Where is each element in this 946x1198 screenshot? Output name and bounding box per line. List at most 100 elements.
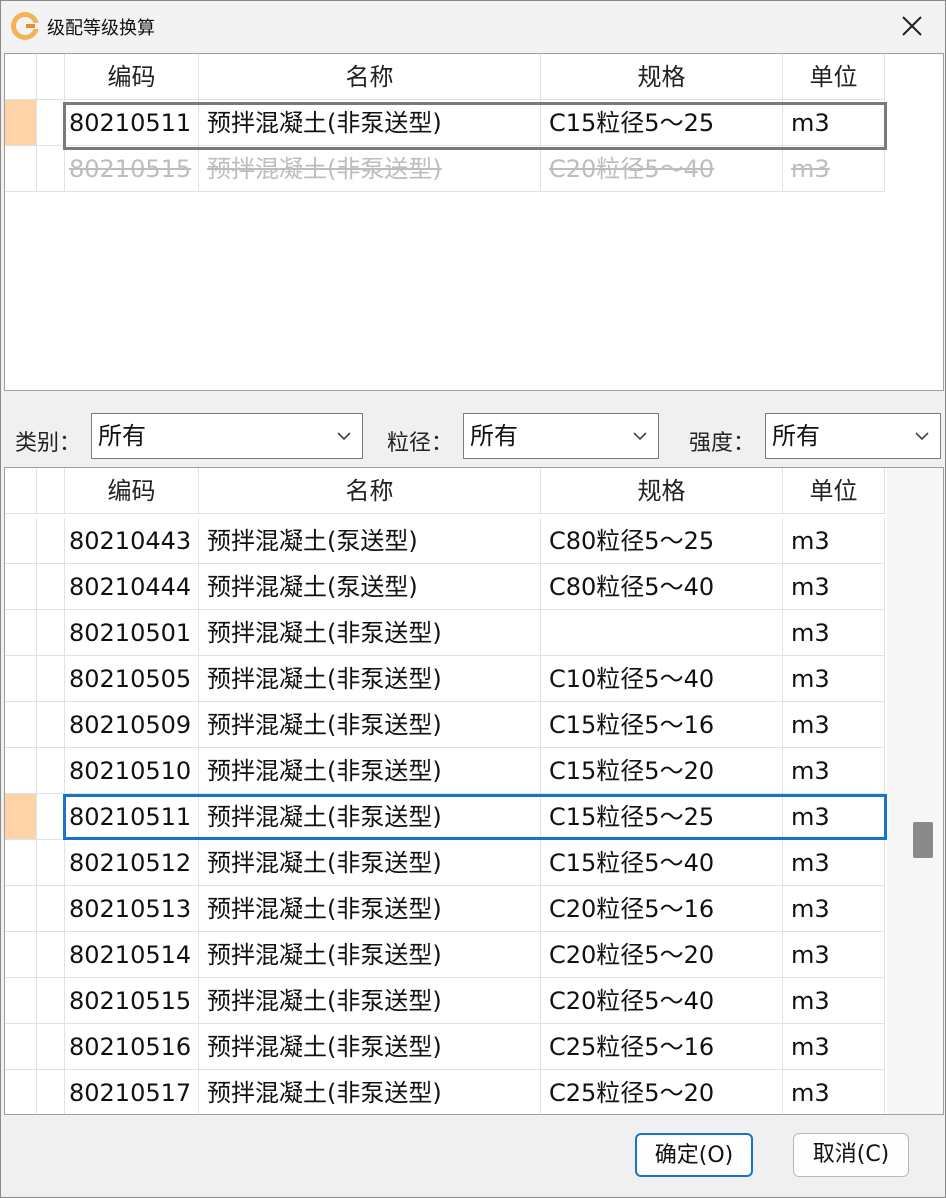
- cell-spec[interactable]: C15粒径5～20: [541, 748, 783, 794]
- cell-code[interactable]: 80210510: [65, 748, 199, 794]
- cell-unit[interactable]: m3: [783, 748, 885, 794]
- chevron-down-icon: [337, 432, 351, 441]
- cell-spec[interactable]: C25粒径5～20: [541, 1070, 783, 1114]
- table-row[interactable]: 80210513 预拌混凝土(非泵送型) C20粒径5～16 m3: [5, 886, 885, 932]
- cell-name[interactable]: 预拌混凝土(非泵送型): [199, 794, 541, 840]
- cell-name[interactable]: 预拌混凝土(泵送型): [199, 518, 541, 564]
- cell-spec[interactable]: C15粒径5～25: [541, 794, 783, 840]
- category-select[interactable]: 所有: [91, 413, 363, 459]
- cell-name[interactable]: 预拌混凝土(非泵送型): [199, 610, 541, 656]
- title-bar: 级配等级换算: [1, 1, 945, 51]
- cell-name[interactable]: 预拌混凝土(非泵送型): [199, 886, 541, 932]
- cell-spec[interactable]: C15粒径5～40: [541, 840, 783, 886]
- cell-unit[interactable]: m3: [783, 1024, 885, 1070]
- chevron-down-icon: [915, 432, 929, 441]
- catalog-grid[interactable]: 编码 名称 规格 单位 80210443 预拌混凝土(泵送型) C80粒径5～2…: [4, 467, 944, 1115]
- vertical-scrollbar[interactable]: [887, 468, 943, 1114]
- cell-unit[interactable]: m3: [783, 146, 885, 192]
- close-button[interactable]: [879, 1, 945, 51]
- cell-unit[interactable]: m3: [783, 1070, 885, 1114]
- table-row[interactable]: 80210501 预拌混凝土(非泵送型) m3: [5, 610, 885, 656]
- header-spec[interactable]: 规格: [541, 54, 783, 100]
- cell-spec[interactable]: C20粒径5～20: [541, 932, 783, 978]
- cell-name[interactable]: 预拌混凝土(非泵送型): [199, 146, 541, 192]
- cell-unit[interactable]: m3: [783, 610, 885, 656]
- cell-spec[interactable]: C20粒径5～40: [541, 146, 783, 192]
- cell-code[interactable]: 80210512: [65, 840, 199, 886]
- table-row[interactable]: 80210444 预拌混凝土(泵送型) C80粒径5～40 m3: [5, 564, 885, 610]
- cell-code[interactable]: 80210513: [65, 886, 199, 932]
- cell-unit[interactable]: m3: [783, 978, 885, 1024]
- cell-code[interactable]: 80210511: [65, 100, 199, 146]
- header-unit[interactable]: 单位: [783, 468, 885, 514]
- table-row[interactable]: 80210517 预拌混凝土(非泵送型) C25粒径5～20 m3: [5, 1070, 885, 1114]
- table-row[interactable]: 80210443 预拌混凝土(泵送型) C80粒径5～25 m3: [5, 518, 885, 564]
- table-row[interactable]: 80210509 预拌混凝土(非泵送型) C15粒径5～16 m3: [5, 702, 885, 748]
- cell-name[interactable]: 预拌混凝土(非泵送型): [199, 932, 541, 978]
- cell-unit[interactable]: m3: [783, 840, 885, 886]
- cell-spec[interactable]: [541, 610, 783, 656]
- cell-unit[interactable]: m3: [783, 100, 885, 146]
- cell-unit[interactable]: m3: [783, 518, 885, 564]
- header-code[interactable]: 编码: [65, 468, 199, 514]
- cell-unit[interactable]: m3: [783, 886, 885, 932]
- cell-name[interactable]: 预拌混凝土(非泵送型): [199, 702, 541, 748]
- cell-code[interactable]: 80210515: [65, 978, 199, 1024]
- cell-unit[interactable]: m3: [783, 702, 885, 748]
- cell-spec[interactable]: C10粒径5～40: [541, 656, 783, 702]
- cell-spec[interactable]: C80粒径5～25: [541, 518, 783, 564]
- table-row[interactable]: 80210514 预拌混凝土(非泵送型) C20粒径5～20 m3: [5, 932, 885, 978]
- cell-code[interactable]: 80210505: [65, 656, 199, 702]
- cell-code[interactable]: 80210514: [65, 932, 199, 978]
- grain-select[interactable]: 所有: [463, 413, 659, 459]
- cell-name[interactable]: 预拌混凝土(泵送型): [199, 564, 541, 610]
- cell-code[interactable]: 80210501: [65, 610, 199, 656]
- cell-code[interactable]: 80210516: [65, 1024, 199, 1070]
- cell-unit[interactable]: m3: [783, 656, 885, 702]
- cell-name[interactable]: 预拌混凝土(非泵送型): [199, 1070, 541, 1114]
- header-spec[interactable]: 规格: [541, 468, 783, 514]
- row-blank: [37, 146, 65, 192]
- header-name[interactable]: 名称: [199, 54, 541, 100]
- cell-code[interactable]: 80210444: [65, 564, 199, 610]
- cell-spec[interactable]: C25粒径5～16: [541, 1024, 783, 1070]
- row-indicator: [5, 794, 37, 840]
- cell-name[interactable]: 预拌混凝土(非泵送型): [199, 1024, 541, 1070]
- cell-name[interactable]: 预拌混凝土(非泵送型): [199, 656, 541, 702]
- row-blank: [37, 840, 65, 886]
- table-row-struck[interactable]: 80210515 预拌混凝土(非泵送型) C20粒径5～40 m3: [5, 146, 885, 192]
- table-row[interactable]: 80210516 预拌混凝土(非泵送型) C25粒径5～16 m3: [5, 1024, 885, 1070]
- header-code[interactable]: 编码: [65, 54, 199, 100]
- cell-unit[interactable]: m3: [783, 794, 885, 840]
- row-indicator: [5, 100, 37, 146]
- cell-spec[interactable]: C80粒径5～40: [541, 564, 783, 610]
- table-row[interactable]: 80210505 预拌混凝土(非泵送型) C10粒径5～40 m3: [5, 656, 885, 702]
- cell-code[interactable]: 80210511: [65, 794, 199, 840]
- cancel-button[interactable]: 取消(C): [793, 1133, 909, 1177]
- cell-name[interactable]: 预拌混凝土(非泵送型): [199, 748, 541, 794]
- cell-spec[interactable]: C15粒径5～25: [541, 100, 783, 146]
- cell-name[interactable]: 预拌混凝土(非泵送型): [199, 100, 541, 146]
- cell-spec[interactable]: C20粒径5～40: [541, 978, 783, 1024]
- table-row[interactable]: 80210510 预拌混凝土(非泵送型) C15粒径5～20 m3: [5, 748, 885, 794]
- cell-code[interactable]: 80210515: [65, 146, 199, 192]
- scroll-thumb[interactable]: [913, 822, 933, 858]
- cell-unit[interactable]: m3: [783, 564, 885, 610]
- strength-select[interactable]: 所有: [765, 413, 941, 459]
- header-unit[interactable]: 单位: [783, 54, 885, 100]
- table-row[interactable]: 80210511 预拌混凝土(非泵送型) C15粒径5～25 m3: [5, 100, 885, 146]
- selected-items-grid[interactable]: 编码 名称 规格 单位 80210511 预拌混凝土(非泵送型) C15粒径5～…: [4, 53, 944, 391]
- table-row-selected[interactable]: 80210511 预拌混凝土(非泵送型) C15粒径5～25 m3: [5, 794, 885, 840]
- table-row[interactable]: 80210515 预拌混凝土(非泵送型) C20粒径5～40 m3: [5, 978, 885, 1024]
- ok-button[interactable]: 确定(O): [635, 1133, 753, 1177]
- cell-code[interactable]: 80210443: [65, 518, 199, 564]
- cell-name[interactable]: 预拌混凝土(非泵送型): [199, 840, 541, 886]
- cell-name[interactable]: 预拌混凝土(非泵送型): [199, 978, 541, 1024]
- cell-code[interactable]: 80210517: [65, 1070, 199, 1114]
- cell-spec[interactable]: C20粒径5～16: [541, 886, 783, 932]
- cell-code[interactable]: 80210509: [65, 702, 199, 748]
- table-row[interactable]: 80210512 预拌混凝土(非泵送型) C15粒径5～40 m3: [5, 840, 885, 886]
- cell-spec[interactable]: C15粒径5～16: [541, 702, 783, 748]
- cell-unit[interactable]: m3: [783, 932, 885, 978]
- header-name[interactable]: 名称: [199, 468, 541, 514]
